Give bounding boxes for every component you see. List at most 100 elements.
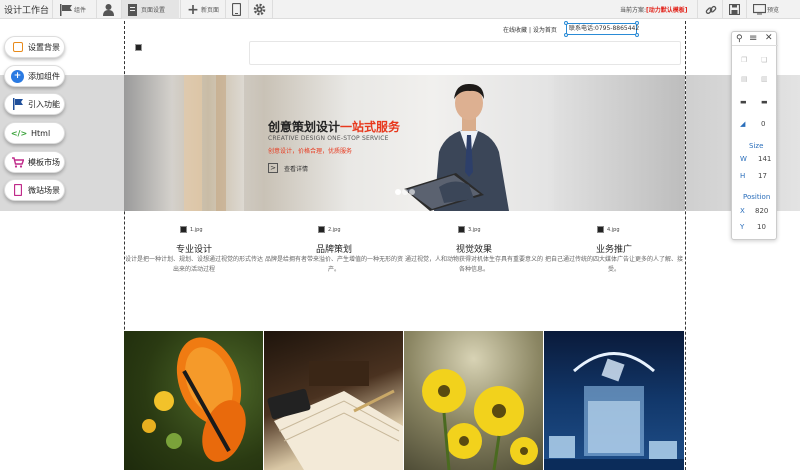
sidebar-item-label: 模板市场	[28, 157, 60, 167]
resize-handle[interactable]	[564, 33, 568, 37]
sidebar-item-label: 引入功能	[28, 99, 60, 109]
sidebar-item-import-feature[interactable]: 引入功能	[4, 93, 65, 115]
banner-title-main: 创意策划设计	[268, 120, 341, 134]
trash-icon[interactable]: ▥	[761, 75, 768, 83]
align-bottom-icon[interactable]: ▬	[761, 98, 768, 106]
gear-icon	[253, 3, 266, 16]
photo-ice-water[interactable]	[544, 331, 684, 470]
preview-button[interactable]: 预览	[753, 0, 779, 19]
businessman-image	[404, 83, 509, 211]
properties-panel: ⚲ ≡ ✕ ❐ ❏ ▤ ▥ ▬ ▬ ◢ 0 Size W 141 H 17 Po…	[731, 31, 778, 240]
feature-image-placeholder[interactable]: 1.jpg	[180, 226, 203, 233]
sidebar-item-add-component[interactable]: + 添加组件	[4, 65, 65, 87]
photo-yellow-flowers[interactable]	[404, 331, 543, 470]
width-value[interactable]: 141	[758, 155, 771, 163]
feature-image-placeholder[interactable]: 4.jpg	[597, 226, 620, 233]
mobile-icon	[232, 3, 241, 16]
resize-handle[interactable]	[635, 33, 639, 37]
sidebar-item-micro-site[interactable]: 微站场景	[4, 179, 65, 201]
feature-image-name: 4.jpg	[607, 226, 620, 233]
plan-name[interactable]: [动力默认模板]	[646, 5, 688, 14]
plus-icon: +	[187, 1, 199, 18]
resize-handle[interactable]	[564, 21, 568, 25]
butterfly-image	[142, 337, 246, 462]
hero-banner[interactable]: 创意策划设计一站式服务 CREATIVE DESIGN ONE-STOP SER…	[124, 75, 685, 211]
sidebar-item-template-market[interactable]: 模板市场	[4, 151, 65, 173]
sidebar-item-set-background[interactable]: 设置背景	[4, 36, 65, 58]
y-value[interactable]: 10	[757, 223, 766, 231]
chevron-right-icon: >	[268, 163, 278, 173]
flag-icon	[60, 3, 72, 16]
feature-title: 品牌策划	[315, 245, 352, 255]
sidebar-item-label: Html	[31, 128, 51, 138]
feature-description: 设计是把一种计划、规划、设想通过视觉的形式传达出来的活动过程	[125, 256, 264, 273]
resize-handle[interactable]	[635, 21, 639, 25]
carousel-dot[interactable]	[409, 189, 415, 195]
sidebar-item-html[interactable]: </> Html	[4, 122, 65, 144]
banner-title-accent: 一站式服务	[340, 120, 401, 134]
component-label: 组件	[74, 7, 87, 14]
banner-more-link[interactable]: > 查看详情	[268, 163, 308, 173]
link-separator: |	[528, 27, 531, 34]
notebook-image	[267, 361, 403, 470]
height-value[interactable]: 17	[758, 172, 767, 180]
feature-title: 业务推广	[595, 245, 632, 255]
feature-description: 通过视觉，人和动物获得对机体生存具有重要意义的各种信息。	[405, 256, 544, 273]
sidebar-item-label: 添加组件	[28, 71, 60, 81]
page-settings-button[interactable]: 页面设置	[122, 0, 179, 19]
page-settings-label: 页面设置	[141, 7, 166, 14]
banner-more-label: 查看详情	[284, 165, 309, 173]
mobile-preview-button[interactable]	[232, 0, 241, 19]
save-button[interactable]	[729, 0, 740, 19]
preview-label: 预览	[767, 7, 780, 14]
carousel-dot[interactable]	[395, 189, 401, 195]
phone-text-selected[interactable]: 联系电话:0795-8865442	[566, 23, 639, 35]
fav-link[interactable]: 在线收藏	[503, 27, 527, 34]
new-page-label: 新页面	[201, 7, 220, 14]
new-page-button[interactable]: + 新页面	[186, 0, 219, 19]
feature-image-placeholder[interactable]: 2.jpg	[318, 226, 341, 233]
yellow-flowers-image	[422, 369, 538, 470]
size-section-label: Size	[749, 142, 764, 150]
user-button[interactable]	[102, 0, 115, 19]
photo-notebook[interactable]	[264, 331, 403, 470]
page-icon	[128, 3, 137, 16]
ice-water-glass-image	[544, 352, 684, 470]
banner-title: 创意策划设计一站式服务	[268, 118, 400, 135]
banner-subtitle: CREATIVE DESIGN ONE-STOP SERVICE	[268, 135, 389, 142]
square-icon	[11, 41, 24, 54]
feature-image-placeholder[interactable]: 3.jpg	[458, 226, 481, 233]
width-label: W	[740, 155, 747, 163]
logo-image-icon[interactable]	[135, 44, 142, 51]
feature-image-name: 3.jpg	[468, 226, 481, 233]
monitor-icon	[753, 4, 766, 15]
feature-title: 专业设计	[175, 245, 212, 255]
carousel-dots	[395, 189, 415, 195]
copy-icon[interactable]: ❐	[741, 56, 747, 64]
photo-butterfly[interactable]	[124, 331, 263, 470]
position-section-label: Position	[743, 193, 771, 201]
user-icon	[103, 4, 114, 16]
cart-icon	[11, 156, 24, 169]
nav-menu-placeholder[interactable]	[249, 41, 681, 65]
rotation-value[interactable]: 0	[761, 120, 765, 128]
carousel-dot[interactable]	[402, 189, 408, 195]
menu-icon[interactable]: ≡	[749, 33, 757, 44]
x-value[interactable]: 820	[755, 207, 768, 215]
component-button[interactable]: 组件	[59, 0, 86, 19]
feature-description: 品牌是给拥有者带来溢价、产生增值的一种无形的资产。	[265, 256, 404, 273]
code-icon: </>	[10, 128, 28, 138]
current-plan: 当前方案: [动力默认模板]	[620, 0, 688, 19]
settings-button[interactable]	[253, 0, 266, 19]
paste-icon[interactable]: ❏	[761, 56, 767, 64]
sidebar-item-label: 设置背景	[28, 42, 60, 52]
close-icon[interactable]: ✕	[765, 33, 773, 43]
rotate-icon[interactable]: ◢	[740, 120, 745, 128]
align-top-icon[interactable]: ▬	[740, 98, 747, 106]
document-icon[interactable]: ▤	[741, 75, 748, 83]
home-link[interactable]: 设为首页	[533, 27, 557, 34]
link-button[interactable]	[705, 0, 717, 19]
mobile-icon	[11, 184, 24, 197]
plus-circle-icon: +	[11, 69, 24, 83]
pin-icon[interactable]: ⚲	[736, 34, 743, 44]
